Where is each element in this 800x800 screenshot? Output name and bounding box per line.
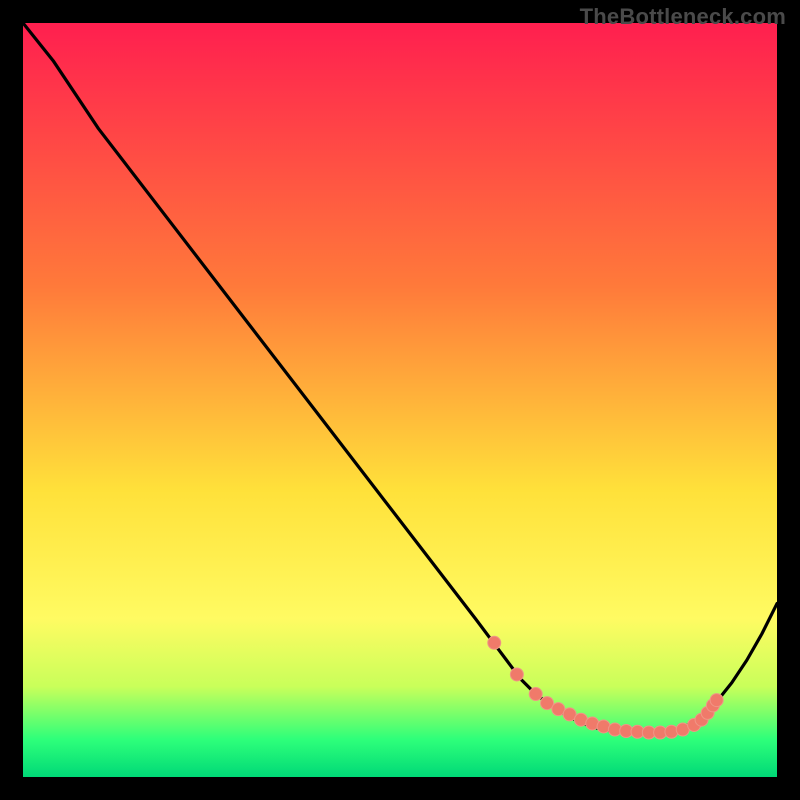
curve-marker [510,668,523,681]
bottleneck-curve [23,23,777,733]
curve-markers [488,636,723,739]
chart-area [23,23,777,777]
curve-marker [665,725,678,738]
watermark-text: TheBottleneck.com [580,4,786,30]
curve-marker [710,694,723,707]
curve-marker [529,688,542,701]
curve-marker [488,636,501,649]
chart-curve-layer [23,23,777,777]
